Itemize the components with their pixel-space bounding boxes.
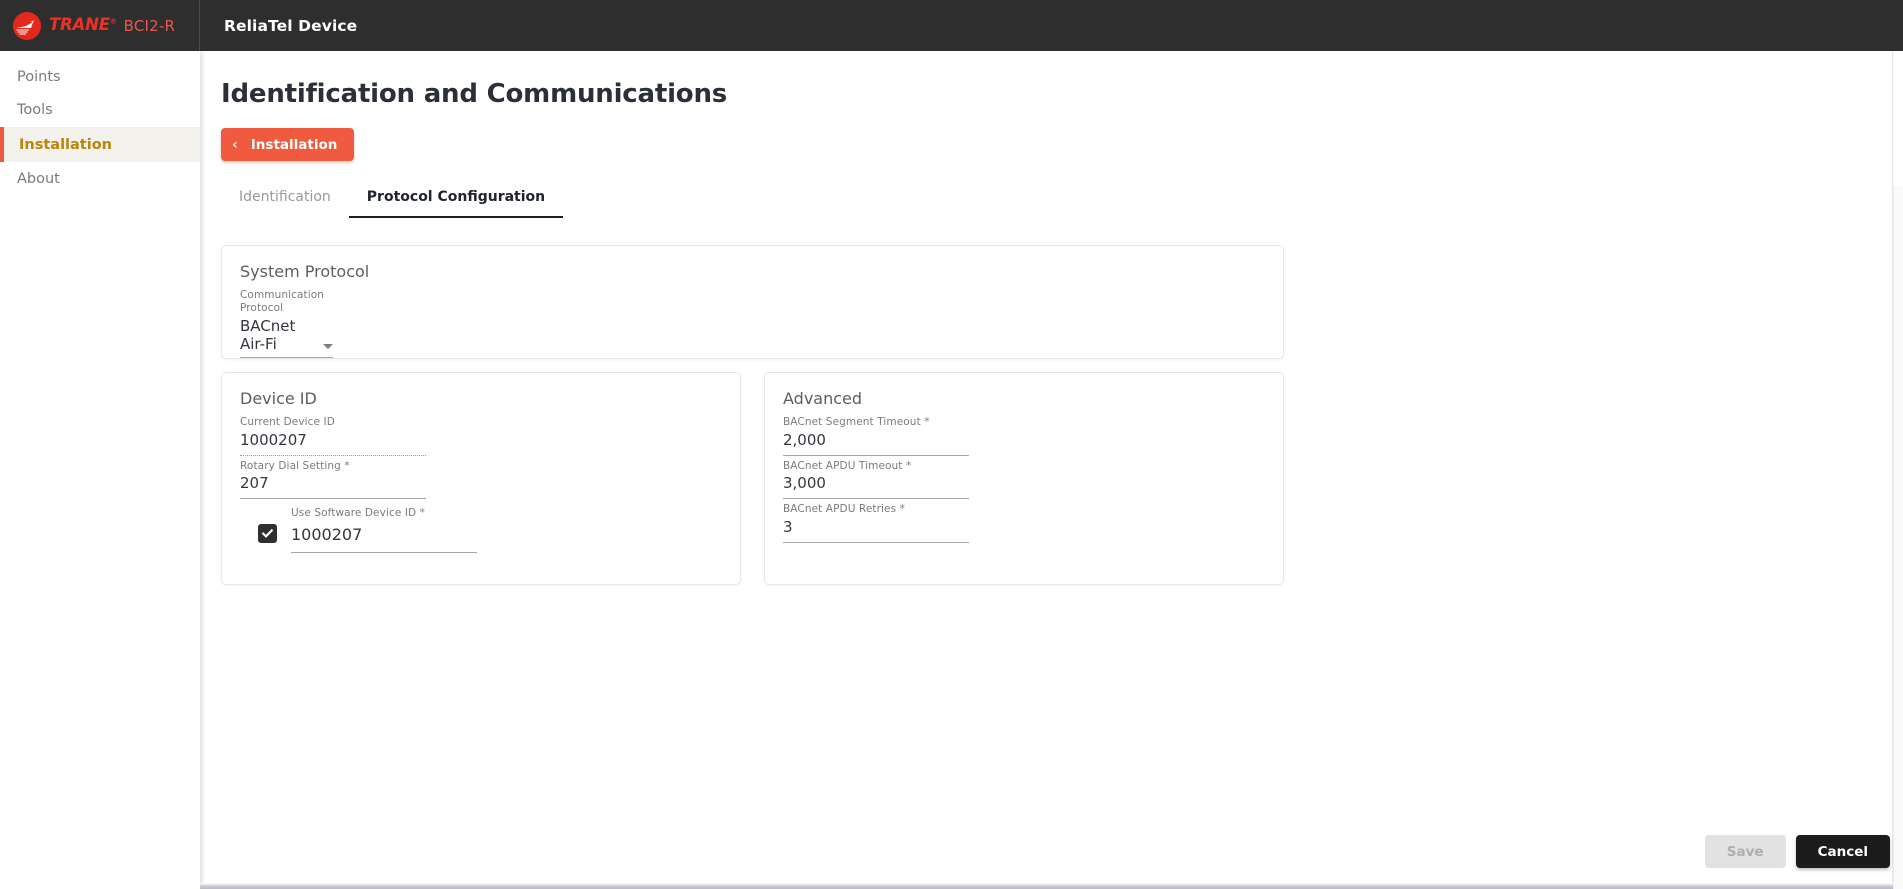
main-content-area: Identification and Communications ‹ Inst…	[200, 51, 1903, 889]
field-value[interactable]: 3	[783, 516, 969, 543]
select-control[interactable]: BACnet Air-Fi	[240, 315, 333, 359]
tab-protocol-configuration[interactable]: Protocol Configuration	[348, 183, 564, 218]
save-button[interactable]: Save	[1704, 835, 1786, 868]
field-label-text: BACnet APDU Retries	[783, 503, 897, 516]
field-value: 1000207	[240, 429, 426, 456]
field-value[interactable]: 207	[240, 472, 426, 500]
sidebar-item-label: Tools	[17, 102, 53, 118]
card-title: System Protocol	[240, 262, 370, 281]
chevron-left-icon: ‹	[232, 136, 238, 153]
field-value[interactable]: 1000207	[291, 520, 477, 553]
cards-container: System Protocol Communication Protocol B…	[221, 245, 1903, 585]
required-mark: *	[924, 416, 930, 428]
field-label-text: Rotary Dial Setting	[240, 459, 341, 472]
field-value[interactable]: 2,000	[783, 429, 969, 456]
cancel-button[interactable]: Cancel	[1795, 835, 1890, 868]
sidebar-item-installation[interactable]: Installation	[0, 127, 200, 162]
check-icon	[261, 529, 274, 538]
back-to-installation-button[interactable]: ‹ Installation	[221, 128, 355, 161]
brand-block[interactable]: TRANE® BCI2-R	[0, 0, 200, 51]
field-bacnet-segment-timeout[interactable]: BACnet Segment Timeout * 2,000	[783, 416, 969, 456]
tab-label: Protocol Configuration	[366, 189, 546, 205]
field-use-software-device-id: Use Software Device ID * 1000207	[240, 507, 722, 553]
content-wrapper: Identification and Communications ‹ Inst…	[200, 51, 1903, 585]
brand-divider	[199, 0, 200, 51]
field-value: BACnet Air-Fi	[240, 316, 296, 354]
application-root: TRANE® BCI2-R ReliaTel Device Points Too…	[0, 0, 1903, 889]
sidebar-nav: Points Tools Installation About	[0, 51, 200, 889]
sidebar-item-label: Installation	[19, 136, 112, 153]
card-row: Device ID Current Device ID 1000207 Rota…	[221, 372, 1903, 585]
trane-logo-icon	[13, 11, 41, 40]
brand-registered-mark: ®	[109, 17, 117, 26]
brand-model-text: BCI2-R	[123, 16, 176, 35]
field-value[interactable]: 3,000	[783, 472, 969, 500]
required-mark: *	[899, 503, 906, 516]
field-rotary-dial-setting[interactable]: Rotary Dial Setting * 207	[240, 460, 426, 500]
field-current-device-id: Current Device ID 1000207	[240, 416, 426, 456]
field-bacnet-apdu-timeout[interactable]: BACnet APDU Timeout * 3,000	[783, 460, 969, 500]
field-bacnet-apdu-retries[interactable]: BACnet APDU Retries * 3	[783, 503, 969, 543]
chevron-down-icon	[323, 344, 333, 350]
tab-identification[interactable]: Identification	[221, 183, 349, 218]
field-label-text: BACnet Segment Timeout	[783, 416, 921, 428]
sidebar-item-points[interactable]: Points	[0, 61, 200, 93]
tab-bar: Identification Protocol Configuration	[221, 183, 1221, 219]
required-mark: *	[344, 459, 350, 472]
card-system-protocol: System Protocol Communication Protocol B…	[221, 245, 1284, 359]
sidebar-item-label: About	[17, 171, 60, 187]
card-advanced: Advanced BACnet Segment Timeout * 2,000 …	[764, 372, 1284, 585]
required-mark: *	[905, 459, 912, 472]
field-label: BACnet APDU Timeout *	[783, 460, 969, 473]
brand-name-text: TRANE	[49, 15, 110, 35]
footer-action-bar: Save Cancel	[1704, 835, 1890, 868]
card-title: Device ID	[240, 389, 317, 408]
device-title: ReliaTel Device	[224, 16, 358, 35]
field-label: BACnet Segment Timeout *	[783, 416, 969, 429]
field-label: Rotary Dial Setting *	[240, 460, 426, 473]
field-label-text: BACnet APDU Timeout	[783, 459, 903, 472]
sidebar-item-about[interactable]: About	[0, 163, 200, 195]
brand-wordmark: TRANE®	[49, 17, 117, 34]
sidebar-item-label: Points	[17, 69, 61, 85]
card-device-id: Device ID Current Device ID 1000207 Rota…	[221, 372, 741, 585]
required-mark: *	[419, 507, 426, 520]
card-title: Advanced	[783, 389, 863, 408]
field-label: BACnet APDU Retries *	[783, 503, 969, 516]
back-button-label: Installation	[250, 136, 338, 153]
field-label-text: Use Software Device ID	[291, 507, 417, 520]
top-bar: TRANE® BCI2-R ReliaTel Device	[0, 0, 1903, 51]
horizontal-scrollbar[interactable]	[200, 883, 1893, 889]
field-label: Communication Protocol	[240, 289, 325, 314]
field-communication-protocol[interactable]: Communication Protocol BACnet Air-Fi	[240, 289, 333, 359]
vertical-scrollbar[interactable]	[1893, 186, 1903, 889]
page-title: Identification and Communications	[221, 79, 728, 109]
use-software-device-id-checkbox[interactable]	[258, 524, 277, 544]
sidebar-item-tools[interactable]: Tools	[0, 94, 200, 126]
field-label: Current Device ID	[240, 416, 335, 428]
tab-label: Identification	[239, 189, 331, 205]
field-label: Use Software Device ID *	[291, 507, 477, 520]
software-device-id-field[interactable]: Use Software Device ID * 1000207	[291, 507, 477, 553]
